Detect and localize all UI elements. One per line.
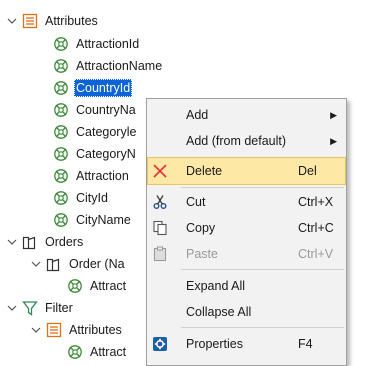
tree-node-attribute[interactable]: Categoryle	[52, 121, 138, 143]
tree-node-attribute[interactable]: CountryNa	[52, 99, 138, 121]
menu-item-shortcut: Del	[298, 164, 317, 178]
tree-node-label: AttractionName	[76, 59, 163, 73]
tree-node-attribute[interactable]: AttractionName	[52, 55, 164, 77]
attribute-icon	[52, 35, 70, 53]
tree-node-label: CountryNa	[76, 103, 136, 117]
context-menu: Add ▶ Add (from default) ▶ Delete Del Cu…	[146, 98, 347, 366]
attribute-icon	[66, 343, 84, 361]
attribute-icon	[52, 57, 70, 75]
tree-node-filter[interactable]: Filter	[6, 297, 75, 319]
copy-icon	[148, 216, 172, 240]
tree-node-label: CategoryN	[76, 147, 136, 161]
menu-item-label: Collapse All	[186, 305, 252, 319]
filter-icon	[21, 299, 39, 317]
menu-item-label: Delete	[186, 164, 223, 178]
menu-item-label: Paste	[186, 247, 218, 261]
tree-node-order[interactable]: Order (Na	[30, 253, 127, 275]
tree-node-label: CountryId	[74, 79, 133, 97]
attribute-icon	[52, 145, 70, 163]
attribute-icon	[52, 101, 70, 119]
menu-item-shortcut: F4	[298, 337, 313, 351]
tree-node-attribute[interactable]: CityId	[52, 187, 110, 209]
tree-node-label: Attract	[90, 345, 127, 359]
menu-item-cut[interactable]: Cut Ctrl+X	[148, 189, 345, 215]
tree-node-label: Orders	[45, 235, 84, 249]
tree-node-attribute[interactable]: AttractionId	[52, 33, 141, 55]
chevron-down-icon[interactable]	[6, 302, 18, 314]
menu-item-expand-all[interactable]: Expand All	[148, 273, 345, 299]
tree-node-label: Order (Na	[69, 257, 125, 271]
attribute-icon	[52, 79, 70, 97]
tree-node-label: Attributes	[69, 323, 122, 337]
attribute-icon	[66, 277, 84, 295]
submenu-arrow-icon: ▶	[330, 135, 337, 146]
menu-item-label: Copy	[186, 221, 216, 235]
menu-item-paste[interactable]: Paste Ctrl+V	[148, 241, 345, 267]
tree-node-label: CityId	[76, 191, 108, 205]
tree-node-label: AttractionId	[76, 37, 140, 51]
menu-item-label: Cut	[186, 195, 206, 209]
tree-node-label: Categoryle	[76, 125, 137, 139]
tree-node-filter-attributes[interactable]: Attributes	[30, 319, 124, 341]
menu-item-label: Add (from default)	[186, 134, 287, 148]
menu-separator	[181, 269, 344, 270]
chevron-down-icon[interactable]	[30, 258, 42, 270]
menu-item-label: Properties	[186, 337, 243, 351]
tree-node-attribute[interactable]: CategoryN	[52, 143, 138, 165]
tree-node-label: Attract	[90, 279, 127, 293]
tree-node-label: Filter	[45, 301, 73, 315]
chevron-down-icon[interactable]	[6, 236, 18, 248]
attribute-icon	[52, 167, 70, 185]
menu-item-add[interactable]: Add ▶	[148, 102, 345, 128]
chevron-down-icon[interactable]	[6, 15, 18, 27]
attribute-icon	[52, 189, 70, 207]
menu-separator	[181, 187, 344, 188]
tree-node-attribute-selected[interactable]: CountryId	[52, 77, 133, 99]
submenu-arrow-icon: ▶	[330, 109, 337, 120]
chevron-down-icon[interactable]	[30, 324, 42, 336]
menu-item-copy[interactable]: Copy Ctrl+C	[148, 215, 345, 241]
delete-icon	[148, 159, 172, 183]
paste-icon	[148, 242, 172, 266]
tree-node-attribute[interactable]: Attract	[66, 341, 128, 363]
tree-node-attribute[interactable]: Attraction	[52, 165, 131, 187]
menu-item-label: Add	[186, 108, 209, 122]
tree-node-attributes[interactable]: Attributes	[6, 10, 100, 32]
orders-icon	[21, 233, 39, 251]
tree-node-attribute[interactable]: Attract	[66, 275, 128, 297]
tree-node-orders[interactable]: Orders	[6, 231, 85, 253]
attributes-folder-icon	[45, 321, 63, 339]
attributes-folder-icon	[21, 12, 39, 30]
menu-item-shortcut: Ctrl+C	[298, 221, 334, 235]
menu-item-properties[interactable]: Properties F4	[148, 331, 345, 357]
gear-icon	[148, 332, 172, 356]
menu-item-shortcut: Ctrl+V	[298, 247, 334, 261]
scissors-icon	[148, 190, 172, 214]
tree-node-label: Attraction	[76, 169, 129, 183]
menu-item-add-from-default[interactable]: Add (from default) ▶	[148, 128, 345, 154]
menu-item-delete[interactable]: Delete Del	[147, 157, 346, 185]
menu-separator	[181, 327, 344, 328]
attribute-icon	[52, 123, 70, 141]
menu-item-label: Expand All	[186, 279, 246, 293]
tree-node-label: Attributes	[45, 14, 98, 28]
menu-item-collapse-all[interactable]: Collapse All	[148, 299, 345, 325]
attribute-icon	[52, 211, 70, 229]
tree-node-attribute[interactable]: CityName	[52, 209, 133, 231]
menu-item-shortcut: Ctrl+X	[298, 195, 334, 209]
order-icon	[45, 255, 63, 273]
tree-node-label: CityName	[76, 213, 131, 227]
